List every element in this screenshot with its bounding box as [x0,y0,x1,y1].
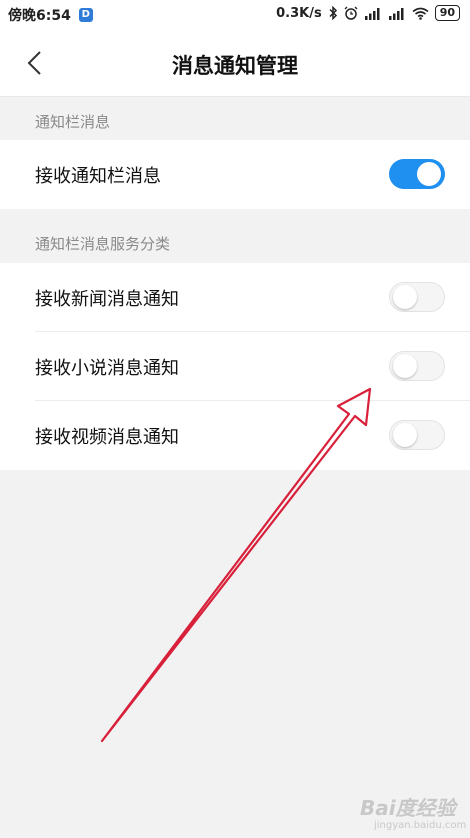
wifi-icon [412,7,429,20]
section-label-categories: 通知栏消息服务分类 [35,235,171,253]
toggle-knob [393,354,417,378]
toggle-news-notification[interactable] [389,282,445,312]
row-video-notification: 接收视频消息通知 [0,401,470,469]
row-news-notification: 接收新闻消息通知 [0,263,470,331]
toggle-knob [393,423,417,447]
section-label-notification-bar: 通知栏消息 [35,113,111,131]
categories-section: 接收新闻消息通知 接收小说消息通知 接收视频消息通知 [0,263,470,470]
row-receive-notification-bar: 接收通知栏消息 [0,140,470,208]
toggle-notification-bar[interactable] [389,159,445,189]
status-left: 傍晚6:54 D [8,5,93,25]
watermark-url: jingyan.baidu.com [374,820,467,831]
battery-indicator: 90 [434,5,460,21]
app-notification-icon: D [78,8,93,22]
toggle-knob [417,162,441,186]
status-bar: 傍晚6:54 D 0.3K/s 90 [0,0,470,30]
row-label: 接收小说消息通知 [35,358,179,379]
toggle-video-notification[interactable] [389,420,445,450]
notification-bar-section: 接收通知栏消息 [0,140,470,209]
alarm-clock-icon [344,6,358,20]
row-label: 接收新闻消息通知 [35,289,179,310]
signal-icon-2 [388,7,404,20]
row-label: 接收通知栏消息 [35,166,161,187]
status-right: 0.3K/s 90 [276,5,460,21]
network-speed: 0.3K/s [276,5,322,21]
toggle-novel-notification[interactable] [389,351,445,381]
signal-icon [364,7,380,20]
status-time: 傍晚6:54 [8,8,71,24]
watermark-logo: Bai度经验 [360,796,456,820]
page-title: 消息通知管理 [172,54,298,78]
bluetooth-icon [329,6,337,20]
header: 消息通知管理 [0,30,470,97]
row-novel-notification: 接收小说消息通知 [0,332,470,400]
toggle-knob [393,285,417,309]
row-label: 接收视频消息通知 [35,427,179,448]
